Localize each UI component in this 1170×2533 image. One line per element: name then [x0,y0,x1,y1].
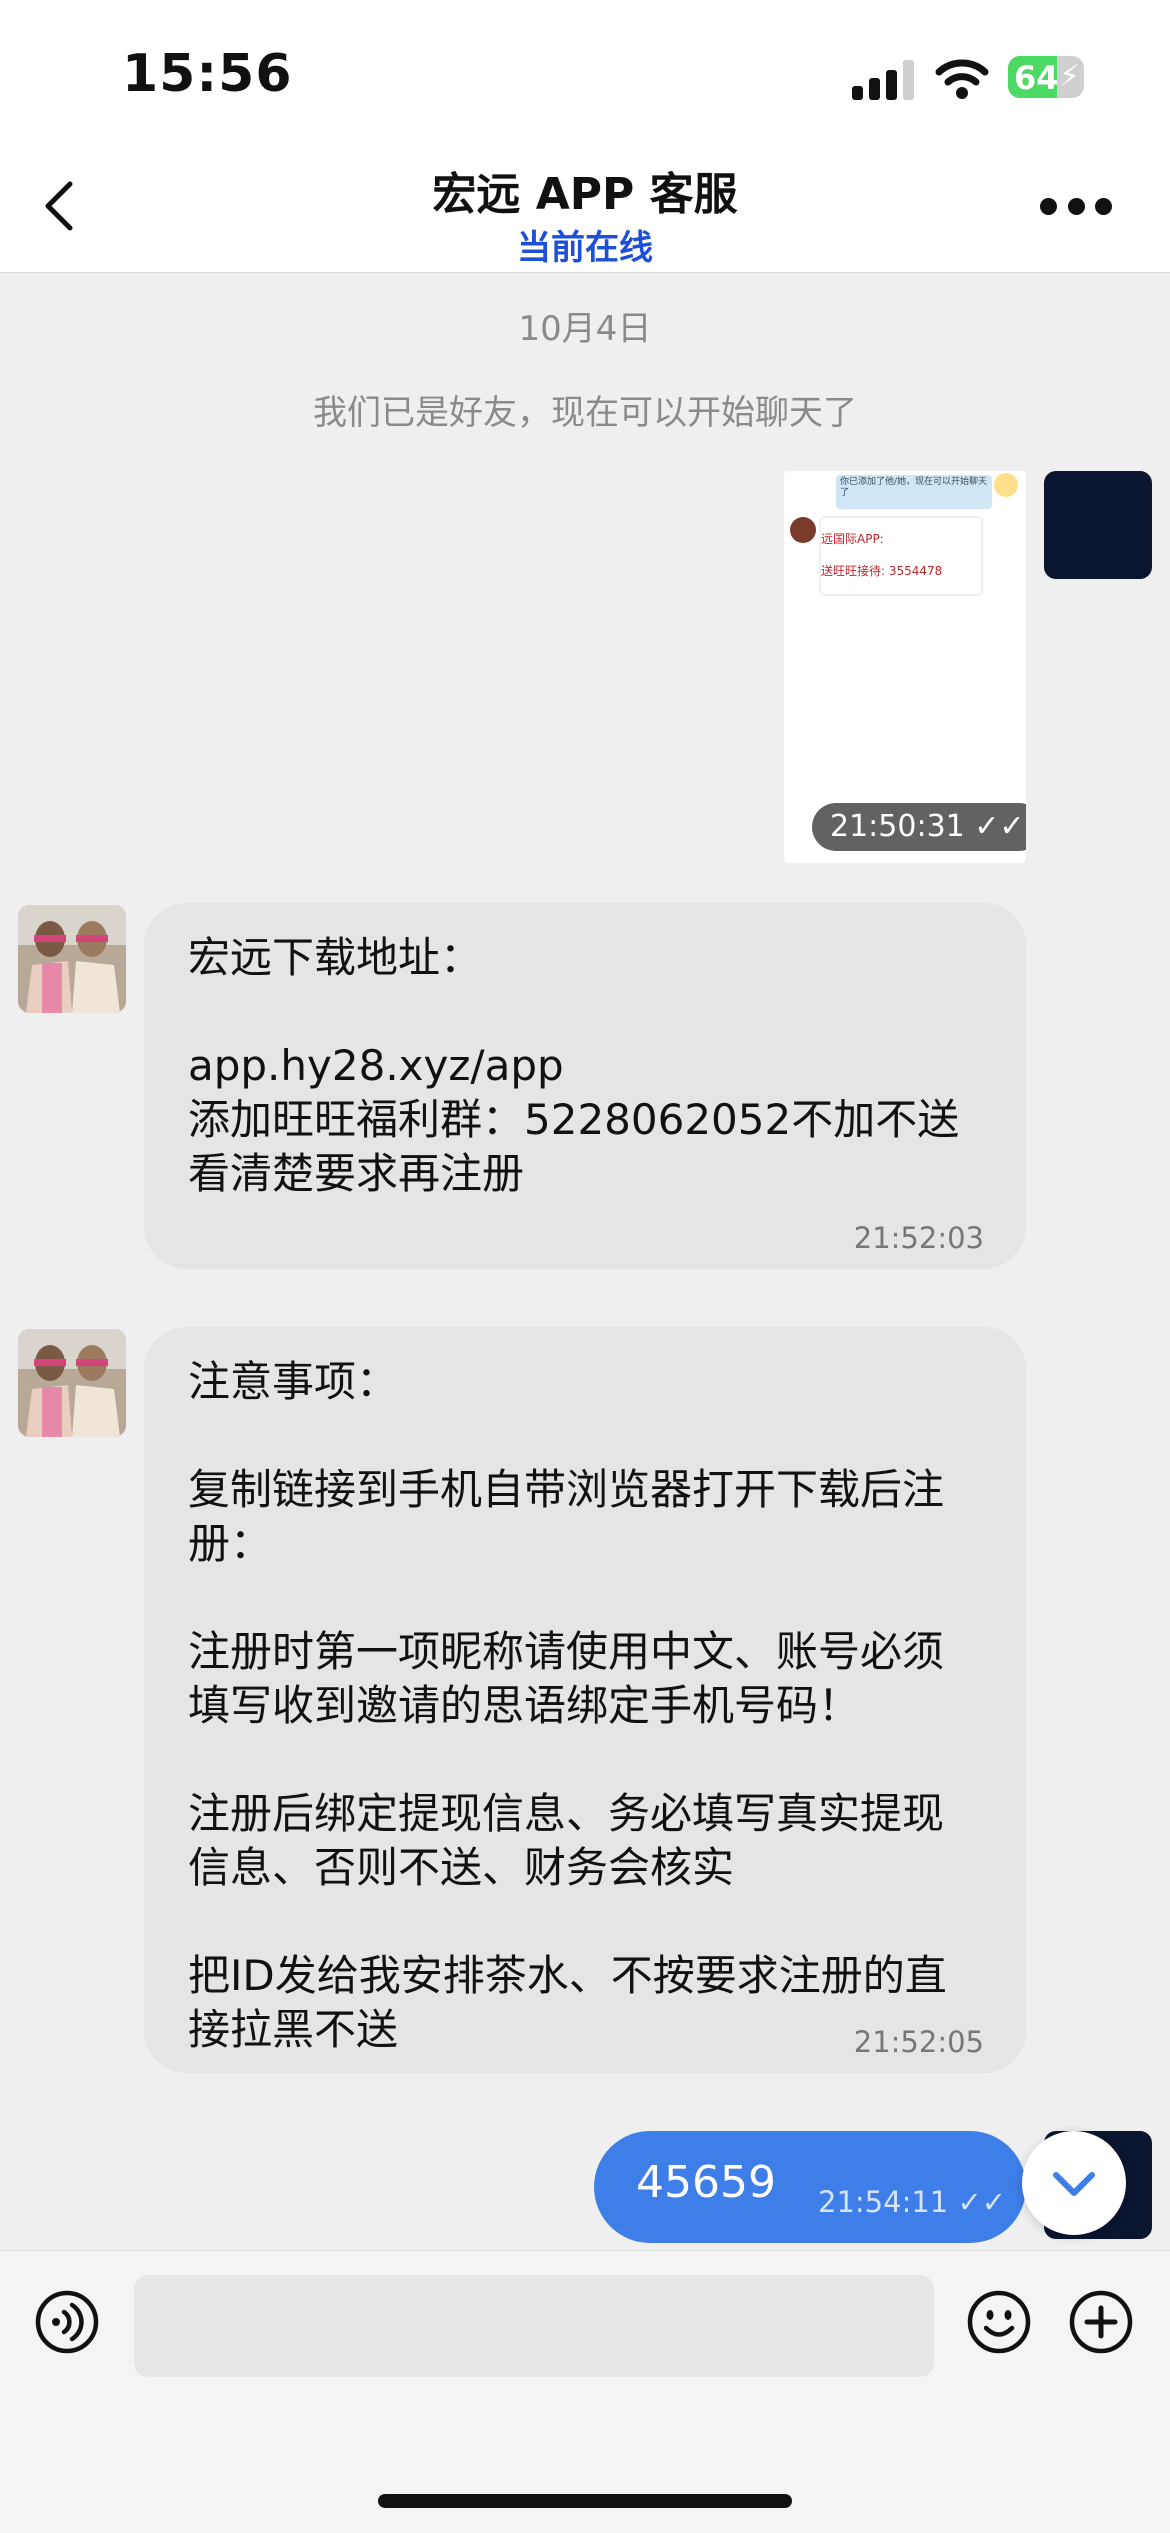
message-bubble[interactable]: 注意事项： 复制链接到手机自带浏览器打开下载后注册： 注册时第一项昵称请使用中文… [144,1327,1026,2073]
message-bubble[interactable]: 宏远下载地址： app.hy28.xyz/app 添加旺旺福利群：5228062… [144,903,1026,1269]
home-indicator [378,2494,792,2508]
message-text: 宏远下载地址： app.hy28.xyz/app 添加旺旺福利群：5228062… [188,933,960,1198]
thumb-avatar [790,517,816,543]
thumb-line1: 远国际APP: [821,532,884,546]
message-timestamp: 21:52:03 [853,1221,984,1255]
chat-header: 宏远 APP 客服 当前在线 [0,140,1170,273]
thumb-card: 远国际APP: 送旺旺接待: 3554478 [820,517,982,595]
thumb-line2: 送旺旺接待: 3554478 [821,564,943,578]
message-timestamp: 21:52:05 [853,2025,984,2059]
online-status: 当前在线 [517,228,653,268]
wifi-icon [935,59,989,99]
input-bar [0,2250,1170,2533]
thumb-bubble: 你已添加了他/她，现在可以开始聊天了 [836,475,992,509]
chat-title: 宏远 APP 客服 [432,169,738,220]
image-message[interactable]: 你已添加了他/她，现在可以开始聊天了 远国际APP: 送旺旺接待: 355447… [784,471,1026,863]
message-timestamp: 21:54:11 ✓✓ [818,2185,1007,2219]
cellular-signal-icon [852,60,916,100]
thumb-emoji [994,473,1018,497]
status-time: 15:56 [122,44,293,104]
battery-percent: 64 [1014,59,1059,97]
plus-icon[interactable] [1068,2289,1134,2355]
message-bubble-outgoing[interactable]: 45659 21:54:11 ✓✓ [594,2131,1026,2243]
avatar[interactable] [18,905,126,1013]
date-separator: 10月4日 [518,309,652,349]
message-list[interactable]: 10月4日 我们已是好友，现在可以开始聊天了 你已添加了他/她，现在可以开始聊天… [0,273,1170,2250]
message-input[interactable] [134,2275,934,2377]
more-dots-icon[interactable] [1040,196,1112,216]
message-timestamp: 21:50:31 ✓✓ [812,803,1026,851]
avatar[interactable] [1044,471,1152,579]
voice-icon[interactable] [34,2289,100,2355]
scroll-down-button[interactable] [1022,2131,1126,2235]
avatar[interactable] [18,1329,126,1437]
message-text: 注意事项： 复制链接到手机自带浏览器打开下载后注册： 注册时第一项昵称请使用中文… [188,1357,947,2054]
system-message: 我们已是好友，现在可以开始聊天了 [313,393,857,433]
status-bar: 15:56 64 ⚡ [0,0,1170,140]
chevron-down-icon [1053,2172,1095,2196]
battery-icon: 64 ⚡ [1008,56,1084,98]
emoji-icon[interactable] [966,2289,1032,2355]
message-text: 45659 [636,2157,776,2208]
